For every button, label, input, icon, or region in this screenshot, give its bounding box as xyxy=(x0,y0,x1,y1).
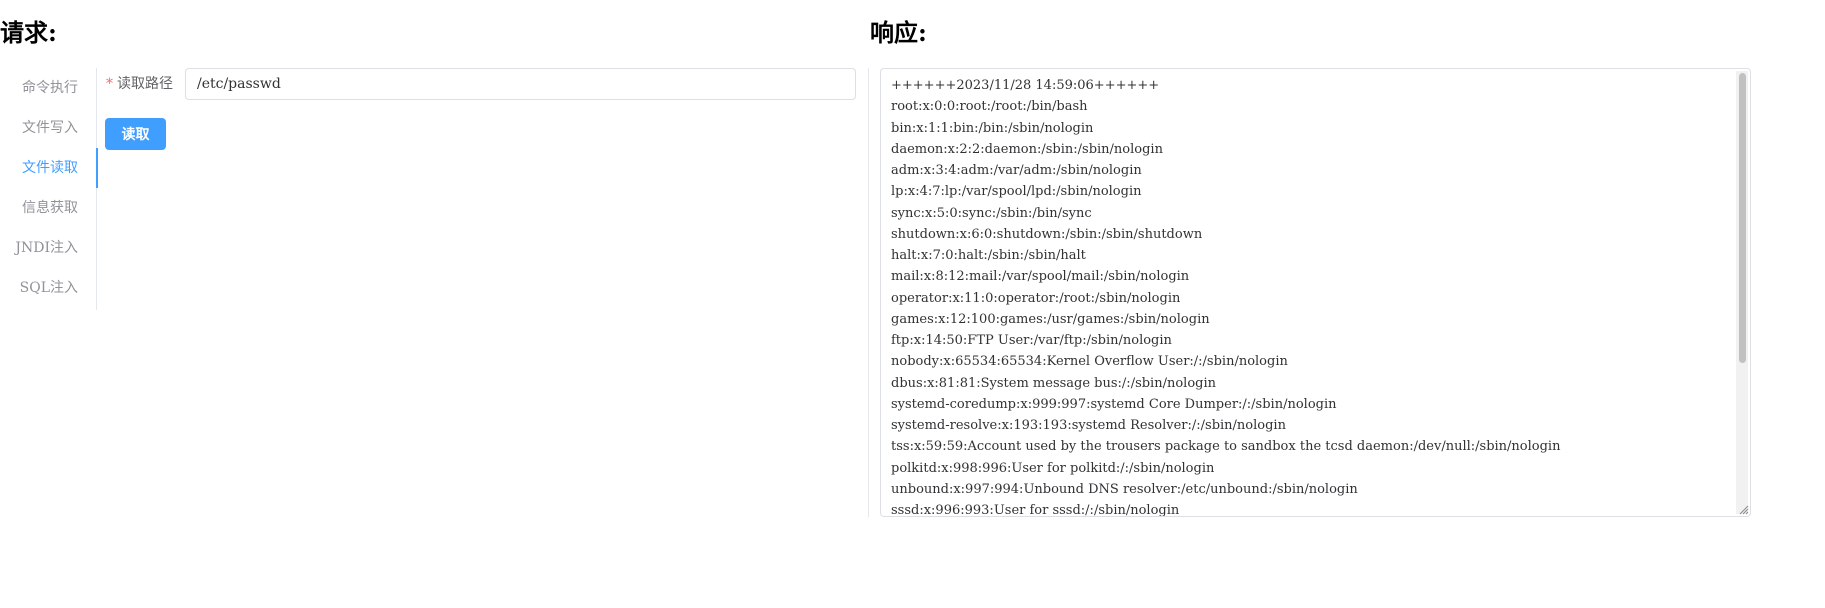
pane-divider xyxy=(868,68,869,517)
tab-label: 文件读取 xyxy=(22,160,78,176)
response-line: dbus:x:81:81:System message bus:/:/sbin/… xyxy=(891,375,1217,391)
tab-sql-injection[interactable]: SQL注入 xyxy=(0,268,96,308)
tab-file-write[interactable]: 文件写入 xyxy=(0,108,96,148)
response-line: root:x:0:0:root:/root:/bin/bash xyxy=(891,99,1088,115)
response-line: bin:x:1:1:bin:/bin:/sbin/nologin xyxy=(891,120,1094,136)
response-textarea[interactable]: ++++++2023/11/28 14:59:06++++++ root:x:0:… xyxy=(880,68,1751,517)
tab-label: 信息获取 xyxy=(22,200,78,216)
response-line: mail:x:8:12:mail:/var/spool/mail:/sbin/n… xyxy=(891,269,1190,285)
response-line: systemd-resolve:x:193:193:systemd Resolv… xyxy=(891,418,1286,433)
response-line: nobody:x:65534:65534:Kernel Overflow Use… xyxy=(891,354,1288,370)
resize-grip-icon[interactable] xyxy=(1737,503,1749,515)
response-line: lp:x:4:7:lp:/var/spool/lpd:/sbin/nologin xyxy=(891,184,1142,200)
tab-label: 文件写入 xyxy=(22,120,78,136)
response-line: sssd:x:996:993:User for sssd:/:/sbin/nol… xyxy=(891,503,1180,517)
response-line: operator:x:11:0:operator:/root:/sbin/nol… xyxy=(891,290,1181,306)
response-content: ++++++2023/11/28 14:59:06++++++ root:x:0:… xyxy=(891,75,1732,517)
tab-label: JNDI注入 xyxy=(15,240,78,256)
response-line: systemd-coredump:x:999:997:systemd Core … xyxy=(891,396,1337,412)
read-path-input[interactable] xyxy=(185,68,856,100)
required-mark: * xyxy=(106,76,113,92)
tab-jndi-injection[interactable]: JNDI注入 xyxy=(0,228,96,268)
response-line: polkitd:x:998:996:User for polkitd:/:/sb… xyxy=(891,460,1215,476)
tab-file-read[interactable]: 文件读取 xyxy=(0,148,98,188)
read-path-label: * 读取路径 xyxy=(106,68,173,100)
response-line: shutdown:x:6:0:shutdown:/sbin:/sbin/shut… xyxy=(891,226,1203,242)
page: 请求: 响应: 命令执行 文件写入 文件读取 信息获取 JNDI注入 SQL注入… xyxy=(0,0,1825,608)
read-path-label-text: 读取路径 xyxy=(117,76,173,92)
response-line: tss:x:59:59:Account used by the trousers… xyxy=(891,439,1561,455)
tab-label: 命令执行 xyxy=(22,80,78,96)
response-line: unbound:x:997:994:Unbound DNS resolver:/… xyxy=(891,481,1358,497)
function-tabs: 命令执行 文件写入 文件读取 信息获取 JNDI注入 SQL注入 xyxy=(0,68,98,310)
tab-label: SQL注入 xyxy=(19,280,78,296)
read-button[interactable]: 读取 xyxy=(105,118,166,150)
tab-command-exec[interactable]: 命令执行 xyxy=(0,68,96,108)
response-line: games:x:12:100:games:/usr/games:/sbin/no… xyxy=(891,311,1210,327)
tab-info-gather[interactable]: 信息获取 xyxy=(0,188,96,228)
scrollbar-thumb[interactable] xyxy=(1739,73,1746,363)
response-line: sync:x:5:0:sync:/sbin:/bin/sync xyxy=(891,205,1092,221)
response-line: ++++++2023/11/28 14:59:06++++++ xyxy=(891,78,1160,93)
response-scrollbar[interactable] xyxy=(1736,71,1748,514)
request-title: 请求: xyxy=(0,18,57,47)
response-title: 响应: xyxy=(870,18,927,47)
response-line: adm:x:3:4:adm:/var/adm:/sbin/nologin xyxy=(891,163,1142,178)
response-line: daemon:x:2:2:daemon:/sbin:/sbin/nologin xyxy=(891,141,1163,157)
response-line: halt:x:7:0:halt:/sbin:/sbin/halt xyxy=(891,248,1086,263)
response-line: ftp:x:14:50:FTP User:/var/ftp:/sbin/nolo… xyxy=(891,333,1172,348)
